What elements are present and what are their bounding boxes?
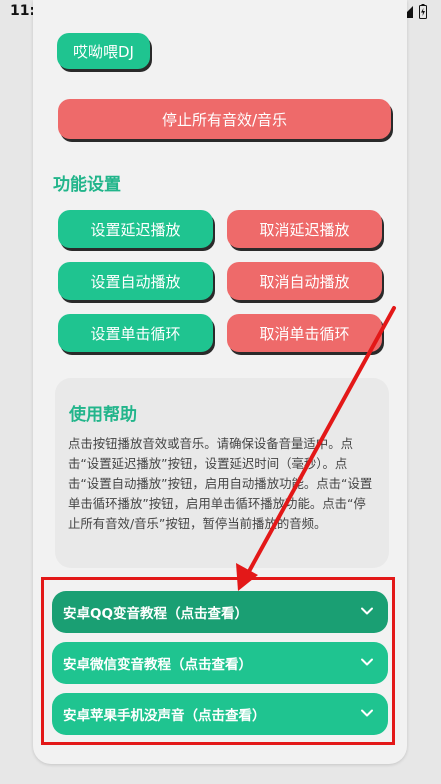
battery-icon [419, 4, 427, 19]
set-loop-button[interactable]: 设置单击循环 [58, 314, 213, 352]
annotation-highlight-frame [41, 577, 395, 745]
help-box: 使用帮助 点击按钮播放音效或音乐。请确保设备音量适中。点击“设置延迟播放”按钮，… [55, 378, 389, 568]
set-delay-button[interactable]: 设置延迟播放 [58, 210, 213, 248]
cancel-delay-button[interactable]: 取消延迟播放 [227, 210, 382, 248]
cancel-auto-button[interactable]: 取消自动播放 [227, 262, 382, 300]
stop-all-button[interactable]: 停止所有音效/音乐 [58, 99, 391, 139]
settings-title: 功能设置 [53, 175, 121, 195]
cancel-loop-button[interactable]: 取消单击循环 [227, 314, 382, 352]
help-title: 使用帮助 [69, 405, 137, 425]
dj-button[interactable]: 哎呦喂DJ [57, 33, 150, 69]
help-text: 点击按钮播放音效或音乐。请确保设备音量适中。点击“设置延迟播放”按钮，设置延迟时… [68, 436, 373, 531]
set-auto-button[interactable]: 设置自动播放 [58, 262, 213, 300]
